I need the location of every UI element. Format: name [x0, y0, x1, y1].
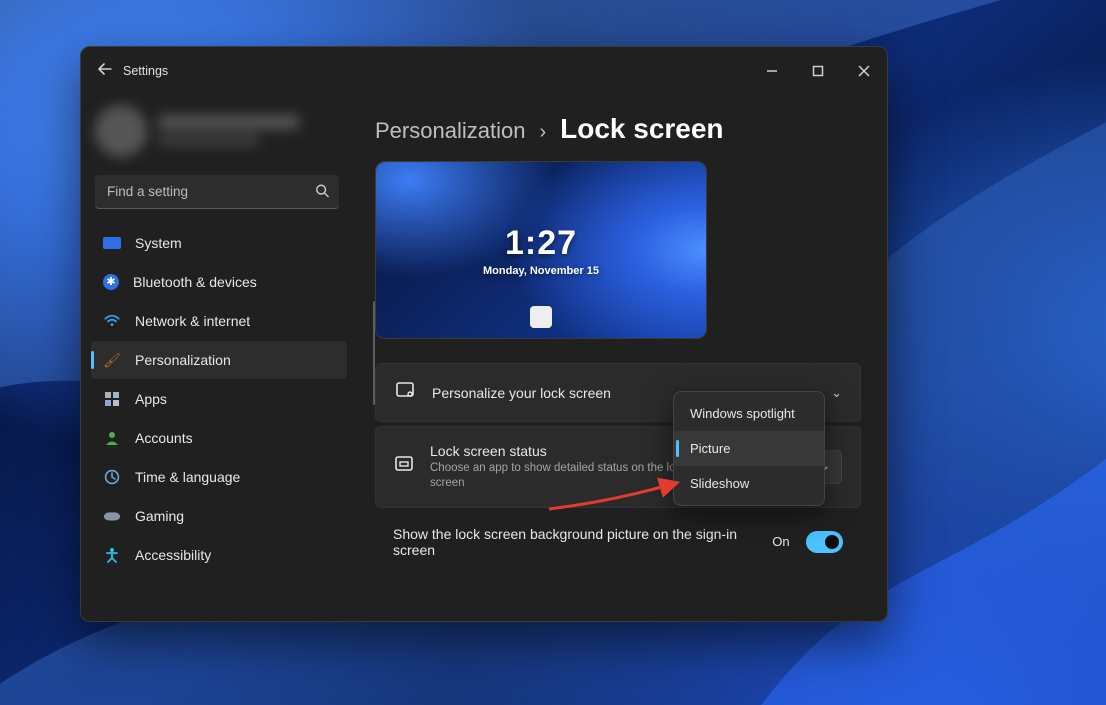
wifi-icon [103, 312, 121, 330]
user-account-header[interactable] [95, 95, 339, 167]
row-signin-background: Show the lock screen background picture … [375, 512, 861, 572]
sidebar-item-label: Apps [135, 391, 167, 407]
sidebar-item-label: Network & internet [135, 313, 250, 329]
clock-globe-icon [103, 468, 121, 486]
close-button[interactable] [841, 47, 887, 95]
paintbrush-icon: 🖌 [103, 351, 121, 369]
sidebar-item-label: Bluetooth & devices [133, 274, 257, 290]
sidebar-item-accounts[interactable]: Accounts [91, 419, 347, 457]
preview-date: Monday, November 15 [483, 265, 599, 277]
option-label: Picture [690, 441, 730, 456]
app-title: Settings [123, 64, 168, 78]
sidebar-item-network[interactable]: Network & internet [91, 302, 347, 340]
pinned-app-icon [530, 306, 552, 328]
sidebar-item-bluetooth[interactable]: ✱ Bluetooth & devices [91, 263, 347, 301]
sidebar-item-accessibility[interactable]: Accessibility [91, 536, 347, 574]
background-type-flyout: Windows spotlight Picture Slideshow [673, 391, 825, 506]
minimize-button[interactable] [749, 47, 795, 95]
avatar [95, 105, 147, 157]
sidebar-item-system[interactable]: System [91, 224, 347, 262]
option-label: Windows spotlight [690, 406, 795, 421]
picture-icon [394, 380, 416, 405]
flyout-option-picture[interactable]: Picture [674, 431, 824, 466]
sidebar-item-label: System [135, 235, 182, 251]
toggle-label: On [772, 534, 789, 549]
flyout-option-spotlight[interactable]: Windows spotlight [674, 396, 824, 431]
page-title: Lock screen [560, 113, 723, 145]
row-title: Personalize your lock screen [432, 385, 611, 401]
sidebar: System ✱ Bluetooth & devices Network & i… [81, 95, 359, 621]
apps-icon [103, 390, 121, 408]
option-label: Slideshow [690, 476, 749, 491]
breadcrumb-parent[interactable]: Personalization [375, 118, 525, 144]
bluetooth-icon: ✱ [103, 274, 119, 290]
accessibility-icon [103, 546, 121, 564]
row-subtitle: Choose an app to show detailed status on… [430, 461, 692, 491]
chevron-down-icon: ⌄ [831, 385, 842, 401]
back-button[interactable] [95, 61, 115, 82]
flyout-option-slideshow[interactable]: Slideshow [674, 466, 824, 501]
lock-screen-preview[interactable]: 1:27 Monday, November 15 [375, 161, 707, 339]
sidebar-item-label: Accounts [135, 430, 193, 446]
sidebar-item-personalization[interactable]: 🖌 Personalization [91, 341, 347, 379]
display-icon [103, 237, 121, 249]
sidebar-item-label: Accessibility [135, 547, 211, 563]
status-icon [394, 454, 414, 479]
breadcrumb: Personalization › Lock screen [375, 113, 861, 145]
row-title: Show the lock screen background picture … [393, 526, 740, 558]
maximize-button[interactable] [795, 47, 841, 95]
gamepad-icon [103, 507, 121, 525]
sidebar-nav: System ✱ Bluetooth & devices Network & i… [89, 223, 353, 575]
sidebar-item-gaming[interactable]: Gaming [91, 497, 347, 535]
titlebar: Settings [81, 47, 887, 95]
person-icon [103, 429, 121, 447]
sidebar-item-time[interactable]: Time & language [91, 458, 347, 496]
sidebar-item-label: Time & language [135, 469, 240, 485]
main-content: Personalization › Lock screen 1:27 Monda… [359, 95, 887, 621]
sidebar-item-label: Gaming [135, 508, 184, 524]
sidebar-item-apps[interactable]: Apps [91, 380, 347, 418]
settings-window: Settings System [80, 46, 888, 622]
search-icon [315, 184, 329, 201]
chevron-right-icon: › [539, 121, 546, 144]
row-title: Lock screen status [430, 443, 692, 459]
user-name-text [159, 111, 319, 151]
window-controls [749, 47, 887, 95]
preview-time: 1:27 [505, 224, 577, 263]
sidebar-item-label: Personalization [135, 352, 231, 368]
search-input[interactable] [95, 175, 339, 209]
signin-background-toggle[interactable] [806, 531, 843, 553]
